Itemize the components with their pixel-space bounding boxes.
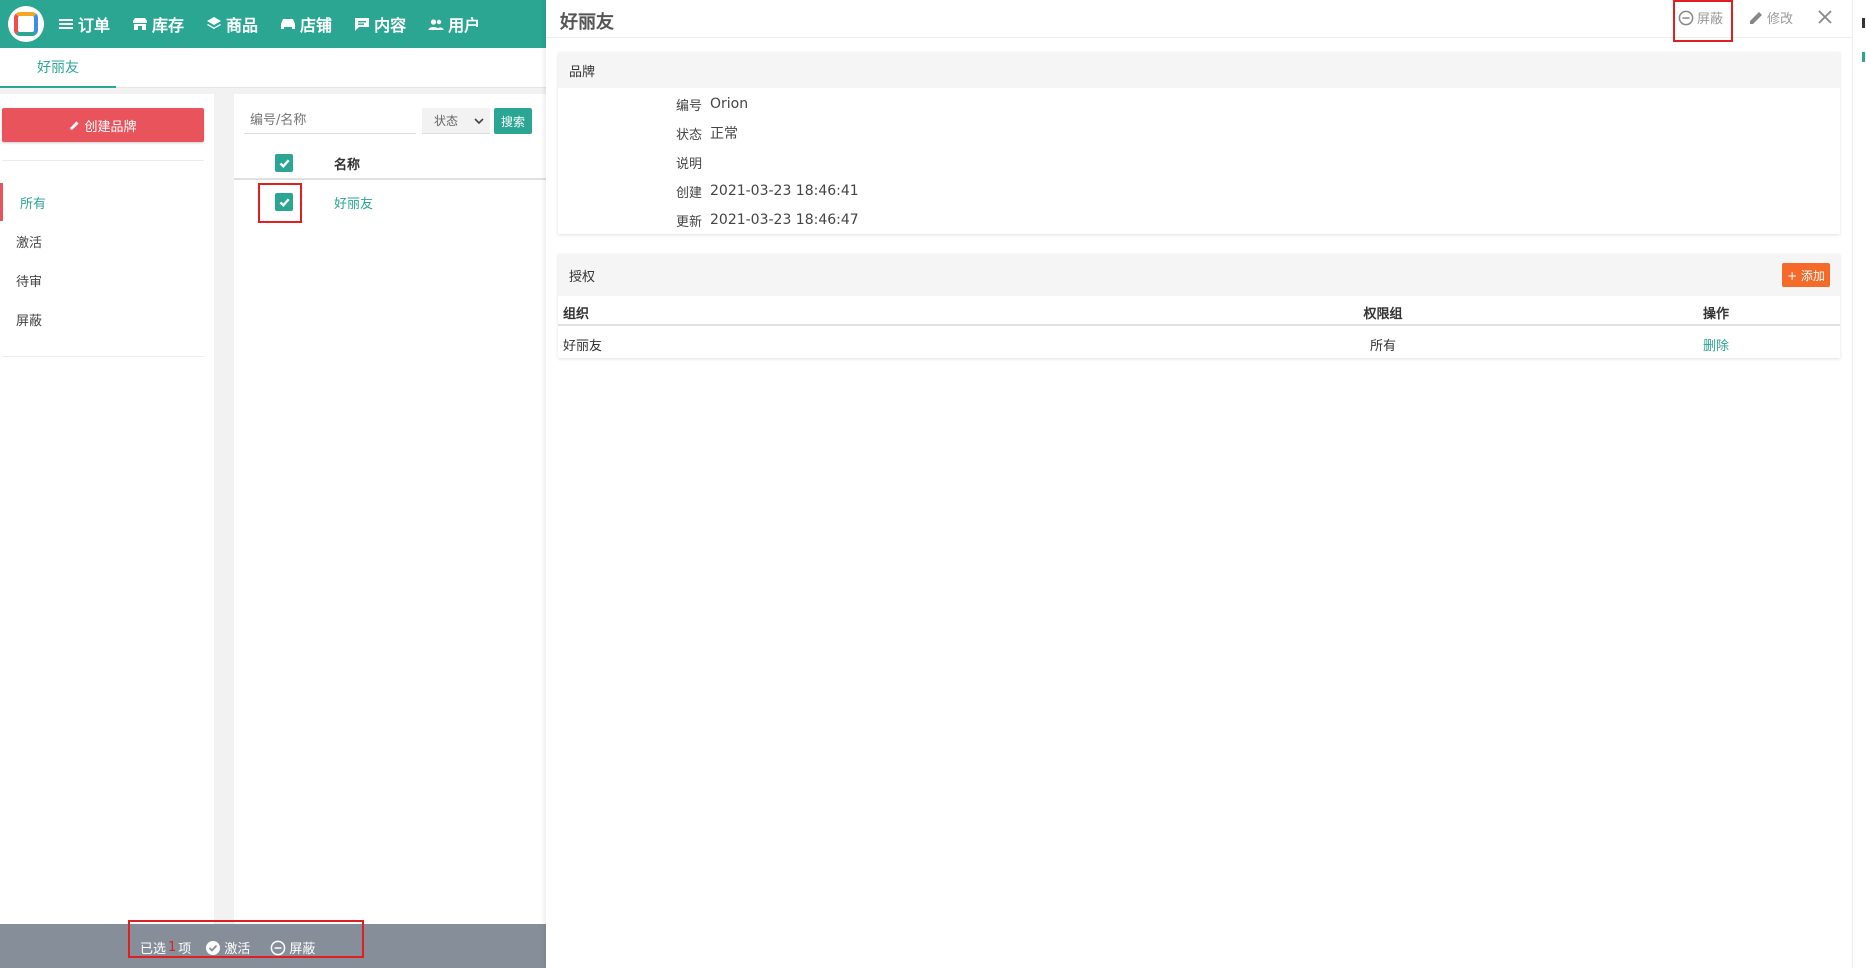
auth-section-title: 授权 bbox=[558, 254, 1840, 296]
nav-label: 商品 bbox=[226, 16, 259, 35]
users-icon bbox=[428, 19, 444, 30]
field-label: 说明 bbox=[675, 156, 702, 172]
nav-label: 用户 bbox=[448, 16, 481, 35]
highlight-box bbox=[1673, 0, 1733, 42]
batch-action-bar: 已选 1 项 激活 屏蔽 bbox=[0, 920, 546, 968]
column-header-org: 组织 bbox=[563, 307, 590, 322]
field-value: 2021-03-23 18:46:41 bbox=[710, 183, 859, 199]
search-input[interactable] bbox=[244, 108, 416, 134]
column-header-action: 操作 bbox=[1702, 307, 1729, 322]
divider bbox=[2, 160, 204, 161]
field-label: 状态 bbox=[675, 127, 702, 143]
nav-label: 店铺 bbox=[300, 16, 333, 35]
nav-label: 库存 bbox=[152, 16, 185, 35]
status-filter-pending[interactable]: 待审 bbox=[0, 261, 214, 299]
status-select[interactable]: 状态 bbox=[422, 108, 490, 134]
column-header-name: 名称 bbox=[334, 158, 361, 173]
divider bbox=[2, 356, 204, 357]
close-icon[interactable] bbox=[1814, 6, 1836, 28]
field-value: 2021-03-23 18:46:47 bbox=[710, 212, 859, 228]
edge-marker bbox=[1862, 52, 1865, 62]
app-root: 订单 库存 商品 店铺 内容 用户 好丽友 创建品牌 所有 激活 待审 屏蔽 编… bbox=[0, 0, 1866, 968]
shop-icon bbox=[281, 19, 296, 29]
nav-item-inventory[interactable]: 库存 bbox=[132, 12, 184, 36]
highlight-box bbox=[128, 920, 364, 958]
field-value: 正常 bbox=[710, 126, 738, 142]
message-icon bbox=[355, 18, 370, 31]
authorization-card: 授权 + 添加 组织 权限组 操作 好丽友 所有 删除 bbox=[558, 254, 1840, 358]
status-filter-active[interactable]: 激活 bbox=[0, 222, 214, 260]
delete-link[interactable]: 删除 bbox=[1696, 335, 1736, 354]
brand-list-panel: 状态 搜索 名称 好丽友 bbox=[234, 94, 546, 924]
field-label: 更新 bbox=[675, 214, 702, 230]
store-icon bbox=[133, 18, 148, 30]
field-label: 创建 bbox=[675, 185, 702, 201]
nav-item-users[interactable]: 用户 bbox=[428, 12, 480, 36]
status-sidebar: 创建品牌 所有 激活 待审 屏蔽 bbox=[0, 94, 214, 924]
nav-label: 订单 bbox=[78, 16, 111, 35]
nav-item-shops[interactable]: 店铺 bbox=[280, 12, 332, 36]
edit-button[interactable]: 修改 bbox=[1748, 8, 1793, 27]
highlight-box bbox=[258, 183, 302, 223]
field-value: Orion bbox=[710, 96, 749, 112]
tab-bar: 好丽友 bbox=[0, 48, 546, 88]
auth-table-header: 组织 权限组 操作 bbox=[558, 296, 1840, 326]
edit-label: 修改 bbox=[1767, 12, 1794, 27]
select-all-checkbox[interactable] bbox=[275, 154, 293, 172]
cell-group: 所有 bbox=[1369, 339, 1396, 354]
nav-label: 内容 bbox=[374, 16, 407, 35]
brand-info-card: 品牌 编号 Orion 状态 正常 说明 创建 2021-03-23 18:46… bbox=[558, 52, 1840, 234]
create-brand-label: 创建品牌 bbox=[84, 119, 137, 135]
add-authorization-button[interactable]: + 添加 bbox=[1782, 263, 1830, 287]
column-header-group: 权限组 bbox=[1363, 307, 1403, 322]
logo-icon bbox=[14, 12, 38, 36]
layers-icon bbox=[207, 17, 222, 29]
check-icon bbox=[279, 158, 290, 168]
top-navbar: 订单 库存 商品 店铺 内容 用户 bbox=[0, 0, 546, 48]
brand-name-link[interactable]: 好丽友 bbox=[334, 193, 373, 212]
chevron-down-icon bbox=[474, 117, 484, 124]
right-edge-strip bbox=[1852, 0, 1866, 968]
brand-detail-panel: 好丽友 屏蔽 修改 品牌 编号 Orion 状态 正常 说明 创建 2021-0… bbox=[546, 0, 1852, 968]
tab-brand[interactable]: 好丽友 bbox=[0, 48, 116, 88]
search-button[interactable]: 搜索 bbox=[494, 108, 532, 134]
edge-marker bbox=[1862, 18, 1865, 28]
list-header: 名称 bbox=[234, 146, 546, 180]
nav-item-content[interactable]: 内容 bbox=[354, 12, 406, 36]
create-brand-button[interactable]: 创建品牌 bbox=[2, 108, 204, 142]
list-icon bbox=[59, 19, 73, 29]
detail-header: 好丽友 屏蔽 修改 bbox=[546, 0, 1852, 42]
field-label: 编号 bbox=[675, 98, 702, 114]
pencil-icon bbox=[70, 120, 80, 130]
pencil-icon bbox=[1750, 11, 1762, 24]
table-row: 好丽友 所有 删除 bbox=[558, 328, 1840, 358]
cell-org: 好丽友 bbox=[563, 339, 603, 354]
status-select-value: 状态 bbox=[434, 114, 459, 128]
brand-section-title: 品牌 bbox=[558, 52, 1840, 88]
app-logo[interactable] bbox=[8, 6, 44, 42]
detail-title: 好丽友 bbox=[560, 12, 614, 33]
status-filter-all[interactable]: 所有 bbox=[0, 183, 214, 221]
nav-item-products[interactable]: 商品 bbox=[206, 12, 258, 36]
status-filter-blocked[interactable]: 屏蔽 bbox=[0, 300, 214, 338]
nav-item-orders[interactable]: 订单 bbox=[58, 12, 110, 36]
